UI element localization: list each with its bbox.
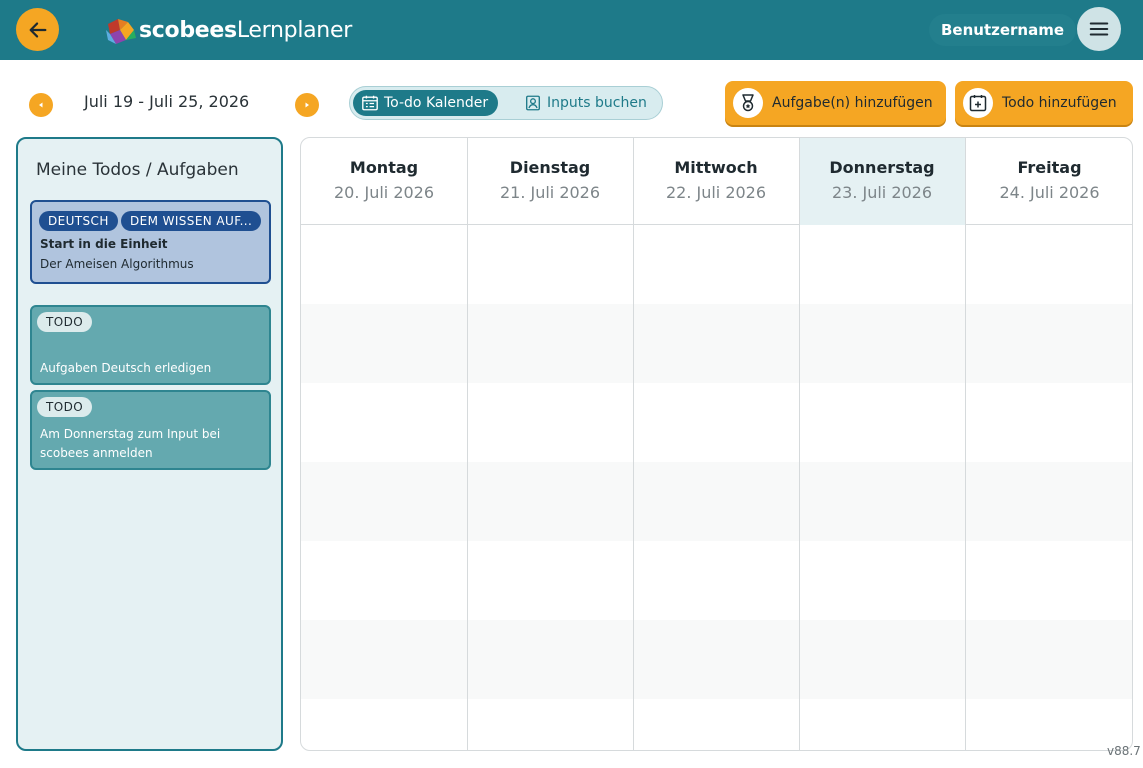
next-week-button[interactable]: [295, 93, 319, 117]
day-name: Freitag: [1017, 158, 1082, 177]
tab-todo-calendar[interactable]: To-do Kalender: [353, 90, 499, 116]
task-card[interactable]: DEUTSCH DEM WISSEN AUF... Start in die E…: [30, 200, 271, 284]
day-header-friday[interactable]: Freitag 24. Juli 2026: [965, 138, 1132, 225]
task-title: Start in die Einheit: [40, 237, 168, 251]
chevron-right-icon: [305, 102, 309, 108]
calendar-header: Montag 20. Juli 2026 Dienstag 21. Juli 2…: [301, 138, 1132, 225]
day-header-tuesday[interactable]: Dienstag 21. Juli 2026: [467, 138, 633, 225]
chevron-left-icon: [39, 102, 43, 108]
add-task-button[interactable]: Aufgabe(n) hinzufügen: [725, 81, 946, 125]
logo-text: scobeesLernplaner: [139, 18, 352, 43]
todo-sidebar: Meine Todos / Aufgaben DEUTSCH DEM WISSE…: [16, 137, 283, 751]
calendar-row-band: [301, 620, 1132, 699]
add-todo-button[interactable]: Todo hinzufügen: [955, 81, 1133, 125]
calendar-plus-icon: [969, 95, 987, 112]
todo-text: Am Donnerstag zum Input bei scobees anme…: [40, 427, 221, 460]
tab-book-inputs-label: Inputs buchen: [547, 95, 647, 111]
day-header-monday[interactable]: Montag 20. Juli 2026: [301, 138, 467, 225]
medal-icon: [742, 94, 754, 112]
day-name: Montag: [349, 158, 419, 177]
tab-todo-calendar-label: To-do Kalender: [384, 95, 489, 111]
task-subtitle: Der Ameisen Algorithmus: [40, 257, 194, 271]
arrow-left-icon: [29, 21, 46, 38]
week-calendar: Montag 20. Juli 2026 Dienstag 21. Juli 2…: [300, 137, 1133, 751]
todo-text: Aufgaben Deutsch erledigen: [40, 361, 212, 375]
back-button[interactable]: [16, 8, 59, 51]
app-logo[interactable]: scobeesLernplaner: [104, 14, 352, 46]
day-date: 24. Juli 2026: [999, 183, 1100, 202]
day-header-thursday[interactable]: Donnerstag 23. Juli 2026: [799, 138, 965, 225]
day-date: 20. Juli 2026: [333, 183, 435, 202]
view-toggle: To-do Kalender Inputs buchen: [349, 86, 663, 120]
username-button[interactable]: Benutzername: [929, 14, 1077, 46]
subject-tag: DEUTSCH: [39, 211, 118, 231]
day-name: Dienstag: [509, 158, 591, 177]
todo-card[interactable]: TODO Aufgaben Deutsch erledigen: [30, 305, 271, 385]
hamburger-menu-icon: [1089, 22, 1109, 36]
date-range-label: Juli 19 - Juli 25, 2026: [84, 92, 250, 111]
column-divider: [467, 138, 468, 750]
day-date: 21. Juli 2026: [499, 183, 601, 202]
calendar-list-icon: [362, 95, 378, 111]
logo-cube-icon: [106, 19, 136, 44]
tab-book-inputs[interactable]: Inputs buchen: [522, 90, 653, 116]
sidebar-title: Meine Todos / Aufgaben: [36, 160, 239, 180]
logo-brand: scobees: [139, 17, 237, 43]
todo-tag: TODO: [37, 312, 93, 332]
add-task-label: Aufgabe(n) hinzufügen: [772, 95, 933, 111]
column-divider: [633, 138, 634, 750]
version-label: v88.7: [1107, 744, 1141, 758]
todo-tag: TODO: [37, 397, 93, 417]
column-divider: [799, 138, 800, 750]
add-task-icon-wrap: [733, 88, 763, 118]
todo-card[interactable]: TODO Am Donnerstag zum Input bei scobees…: [30, 390, 271, 470]
day-date: 23. Juli 2026: [831, 183, 933, 202]
logo-product: Lernplaner: [236, 17, 352, 43]
menu-button[interactable]: [1077, 7, 1121, 51]
day-header-wednesday[interactable]: Mittwoch 22. Juli 2026: [633, 138, 799, 225]
add-todo-label: Todo hinzufügen: [1002, 95, 1117, 111]
unit-tag: DEM WISSEN AUF...: [121, 211, 262, 231]
calendar-row-band: [301, 304, 1132, 383]
app-header: scobeesLernplaner Benutzername: [0, 0, 1143, 60]
column-divider: [965, 138, 966, 750]
previous-week-button[interactable]: [29, 93, 53, 117]
day-name: Donnerstag: [829, 158, 935, 177]
day-date: 22. Juli 2026: [665, 183, 767, 202]
add-todo-icon-wrap: [963, 88, 993, 118]
person-badge-icon: [526, 95, 540, 111]
day-name: Mittwoch: [674, 158, 758, 177]
calendar-row-band: [301, 462, 1132, 541]
